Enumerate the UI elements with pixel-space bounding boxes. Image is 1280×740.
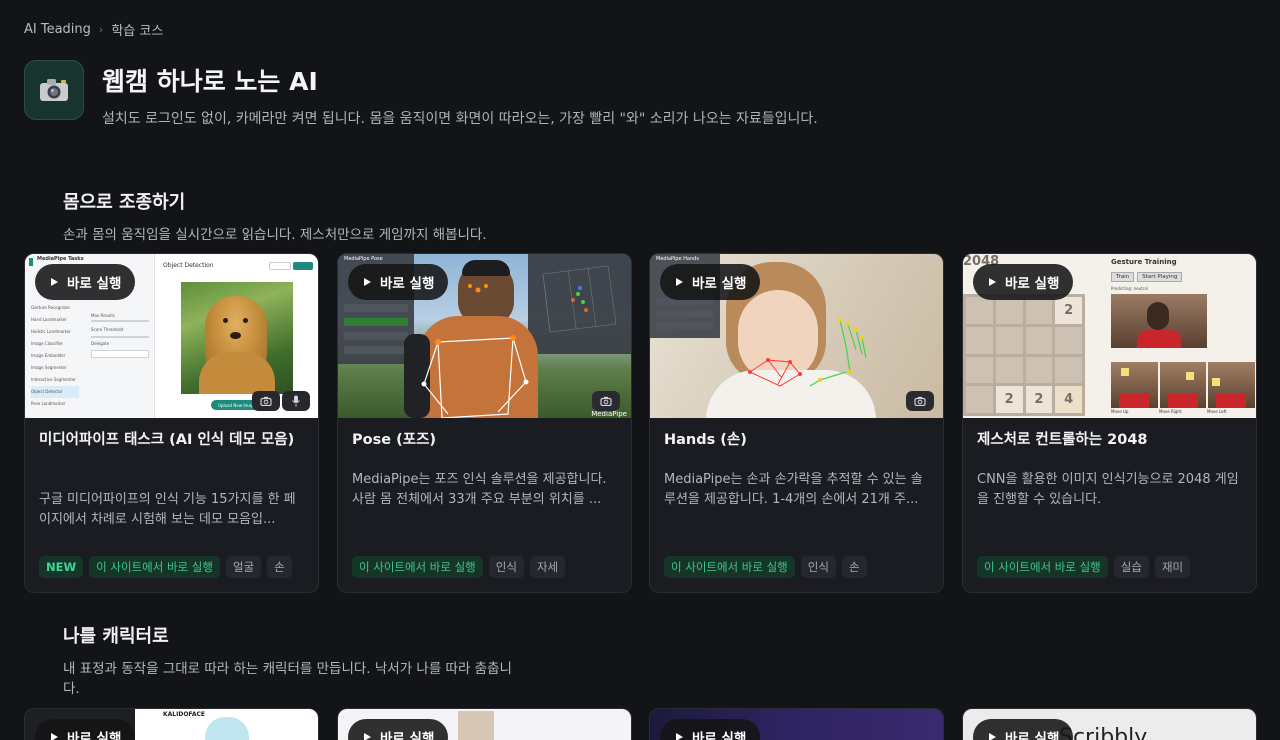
play-icon <box>364 733 371 740</box>
course-card-partial[interactable]: Scribbly 바로 실행 <box>962 708 1257 740</box>
card-title: Pose (포즈) <box>352 432 437 448</box>
card-desc: MediaPipe는 손과 손가락을 추적할 수 있는 솔루션을 제공합니다. … <box>664 472 923 507</box>
card-title: Hands (손) <box>664 432 747 448</box>
run-button-label: 바로 실행 <box>692 276 747 292</box>
card-tags: NEW 이 사이트에서 바로 실행 얼굴 손 <box>39 556 292 578</box>
course-card-hands[interactable]: MediaPipe Hands 바로 실행 Hands (손) MediaPip… <box>649 253 944 593</box>
breadcrumb-current[interactable]: 학습 코스 <box>111 20 163 39</box>
tag: 인식 <box>800 556 836 578</box>
page-header: 웹캠 하나로 노는 AI 설치도 로그인도 없이, 카메라만 켜면 됩니다. 몸… <box>24 60 818 128</box>
run-button-label: 바로 실행 <box>692 731 747 740</box>
section-desc: 내 표정과 동작을 그대로 따라 하는 캐릭터를 만듭니다. 낙서가 나를 따라… <box>63 661 512 697</box>
course-card-partial[interactable]: 바로 실행 <box>649 708 944 740</box>
play-icon <box>676 733 683 740</box>
camera-badge-icon <box>592 391 620 411</box>
run-button[interactable]: 바로 실행 <box>660 264 761 300</box>
play-icon <box>989 278 996 286</box>
tag: 자세 <box>529 556 566 578</box>
thumb-panel-title: Object Detection <box>163 262 214 269</box>
tag: 얼굴 <box>225 556 262 578</box>
tag: 인식 <box>488 556 524 578</box>
breadcrumb-root-link[interactable]: AI Teading <box>24 22 91 37</box>
card-tags: 이 사이트에서 바로 실행 인식 자세 <box>352 556 566 578</box>
run-button[interactable]: 바로 실행 <box>660 719 761 740</box>
run-button[interactable]: 바로 실행 <box>973 264 1074 300</box>
course-card-partial[interactable]: 바로 실행 <box>337 708 632 740</box>
course-card-mediapipe-tasks[interactable]: MediaPipe Tasks Gesture Recognizer Hand … <box>24 253 319 593</box>
run-button-label: 바로 실행 <box>1005 276 1060 292</box>
run-button-label: 바로 실행 <box>380 276 435 292</box>
tag: 재미 <box>1154 556 1191 578</box>
thumb-watermark: MediaPipe <box>591 410 627 418</box>
tag-run-here: 이 사이트에서 바로 실행 <box>977 556 1108 578</box>
section-body-control: 몸으로 조종하기 손과 몸의 움직임을 실시간으로 읽습니다. 제스처만으로 게… <box>63 188 487 245</box>
tag-new-badge: NEW <box>39 556 84 578</box>
page-title: 웹캠 하나로 노는 AI <box>102 67 318 96</box>
play-icon <box>51 278 58 286</box>
thumb-options: Max Results Score Threshold Delegate <box>91 313 124 346</box>
course-card-partial[interactable]: KALIDOFACE 바로 실행 <box>24 708 319 740</box>
play-icon <box>989 733 996 740</box>
play-icon <box>364 278 371 286</box>
run-button[interactable]: 바로 실행 <box>35 719 136 740</box>
run-button[interactable]: 바로 실행 <box>348 719 449 740</box>
thumb-menu: Gesture Recognizer Hand Landmarker Holis… <box>31 302 79 410</box>
card-desc: CNN을 활용한 이미지 인식기능으로 2048 게임을 진행할 수 있습니다. <box>977 472 1239 507</box>
card-desc: 구글 미디어파이프의 인식 기능 15가지를 한 페이지에서 차례로 시험해 보… <box>39 492 296 527</box>
tag-run-here: 이 사이트에서 바로 실행 <box>89 556 220 578</box>
run-button[interactable]: 바로 실행 <box>348 264 449 300</box>
tag: 손 <box>841 556 867 578</box>
camera-badge-icon <box>252 391 280 411</box>
run-button-label: 바로 실행 <box>380 731 435 740</box>
section-desc: 손과 몸의 움직임을 실시간으로 읽습니다. 제스처만으로 게임까지 해봅니다. <box>63 227 487 243</box>
tag: 실습 <box>1113 556 1149 578</box>
thumb-2048-board: 2 2 2 4 <box>963 294 1085 416</box>
page-subtitle: 설치도 로그인도 없이, 카메라만 켜면 됩니다. 몸을 움직이면 화면이 따라… <box>102 111 818 127</box>
course-card-gesture-2048[interactable]: 2048 2 2 2 4 Gesture Training Train Star… <box>962 253 1257 593</box>
card-tags: 이 사이트에서 바로 실행 실습 재미 <box>977 556 1191 578</box>
run-button-label: 바로 실행 <box>1005 731 1060 740</box>
microphone-badge-icon <box>282 391 310 411</box>
card-title: 미디어파이프 태스크 (AI 인식 데모 모음) <box>39 432 295 448</box>
card-title: 제스처로 컨트롤하는 2048 <box>977 432 1148 448</box>
tag-run-here: 이 사이트에서 바로 실행 <box>664 556 795 578</box>
play-icon <box>51 733 58 740</box>
thumb-panel-title: Gesture Training <box>1111 258 1177 266</box>
breadcrumb: AI Teading › 학습 코스 <box>24 20 163 39</box>
card-desc: MediaPipe는 포즈 인식 솔루션을 제공합니다. 사람 몸 전체에서 3… <box>352 472 607 507</box>
section-character: 나를 캐릭터로 내 표정과 동작을 그대로 따라 하는 캐릭터를 만듭니다. 낙… <box>63 622 523 699</box>
camera-badge-icon <box>906 391 934 411</box>
run-button[interactable]: 바로 실행 <box>973 719 1074 740</box>
breadcrumb-separator: › <box>98 23 104 36</box>
section-title: 나를 캐릭터로 <box>63 626 169 647</box>
play-icon <box>676 278 683 286</box>
section-title: 몸으로 조종하기 <box>63 192 186 213</box>
course-card-pose[interactable]: MediaPipe Pose MediaPipe 바로 실행 Pose (포즈)… <box>337 253 632 593</box>
dog-photo <box>181 282 293 394</box>
run-button-label: 바로 실행 <box>67 276 122 292</box>
card-tags: 이 사이트에서 바로 실행 인식 손 <box>664 556 867 578</box>
thumb-app-title: MediaPipe Tasks <box>37 256 84 262</box>
run-button[interactable]: 바로 실행 <box>35 264 136 300</box>
camera-icon <box>24 60 84 120</box>
run-button-label: 바로 실행 <box>67 731 122 740</box>
tag-run-here: 이 사이트에서 바로 실행 <box>352 556 483 578</box>
tag: 손 <box>267 556 292 578</box>
